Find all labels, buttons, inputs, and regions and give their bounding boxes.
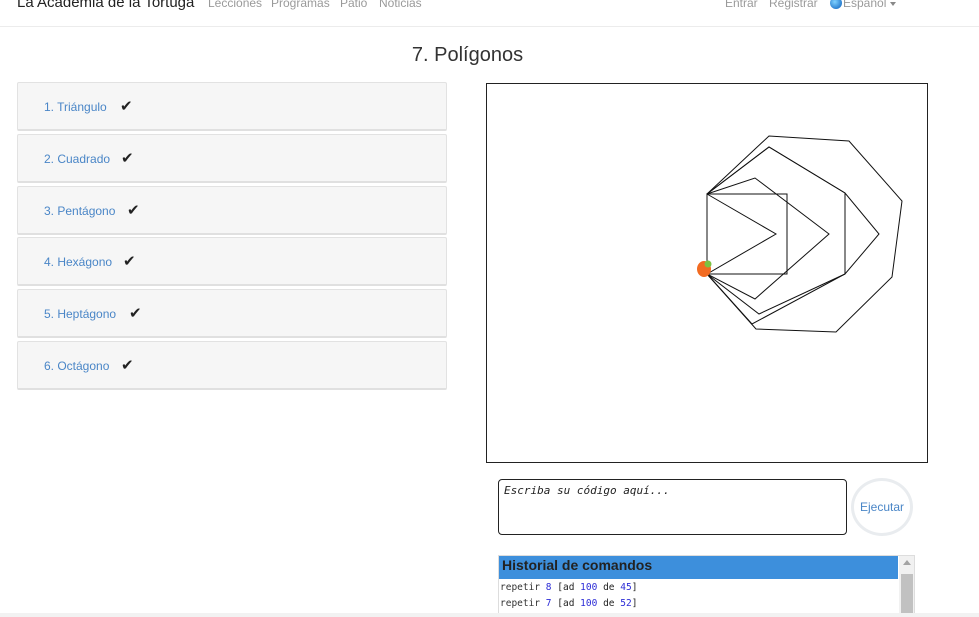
turtle-canvas[interactable] [486,83,928,463]
history-entry[interactable]: repetir 8 [ad 100 de 45] [500,582,637,593]
lesson-item-hexagono[interactable]: 4. Hexágono ✔ [17,237,447,286]
history-entry[interactable]: repetir 7 [ad 100 de 52] [500,598,637,609]
drawn-heptagon [706,146,880,325]
lesson-item-octagono[interactable]: 6. Octágono ✔ [17,341,447,390]
check-icon: ✔ [127,202,140,219]
nav-link-programas[interactable]: Programas [271,0,330,10]
lesson-item-pentagono[interactable]: 3. Pentágono ✔ [17,186,447,235]
history-scrollbar[interactable] [899,556,914,616]
register-link[interactable]: Registrar [769,0,818,10]
language-dropdown[interactable]: Español [843,0,897,10]
lesson-label[interactable]: 1. Triángulo [44,100,107,114]
login-link[interactable]: Entrar [725,0,758,10]
drawn-triangle [706,193,777,275]
history-header: Historial de comandos [499,556,898,579]
lesson-label[interactable]: 6. Octágono [44,359,109,373]
check-icon: ✔ [121,357,134,374]
lesson-item-heptagono[interactable]: 5. Heptágono ✔ [17,289,447,338]
lesson-label[interactable]: 2. Cuadrado [44,152,110,166]
brand-link[interactable]: La Academia de la Tortuga [17,0,194,11]
lesson-label[interactable]: 4. Hexágono [44,255,112,269]
nav-link-lecciones[interactable]: Lecciones [208,0,262,10]
history-title: Historial de comandos [502,557,653,573]
run-button[interactable]: Ejecutar [851,478,913,536]
lesson-label[interactable]: 3. Pentágono [44,204,115,218]
drawn-square [706,193,788,275]
check-icon: ✔ [121,150,134,167]
drawn-octagon [706,135,903,333]
nav-link-patio[interactable]: Patio [340,0,367,10]
lesson-label[interactable]: 5. Heptágono [44,307,116,321]
scroll-up-arrow-icon[interactable] [903,560,911,565]
scroll-thumb[interactable] [901,574,913,616]
lesson-item-triangulo[interactable]: 1. Triángulo ✔ [17,82,447,131]
turtle-drawing [697,135,903,333]
caret-down-icon [890,1,897,6]
page-title: 7. Polígonos [411,44,524,66]
language-label: Español [843,0,887,10]
nav-link-noticias[interactable]: Noticias [379,0,422,10]
check-icon: ✔ [129,305,142,322]
navbar: La Academia de la Tortuga Lecciones Prog… [0,0,979,27]
code-input[interactable] [498,479,847,535]
check-icon: ✔ [120,98,133,115]
command-history: Historial de comandos repetir 8 [ad 100 … [498,555,915,617]
turtle-icon [697,260,712,277]
globe-icon [830,0,842,9]
check-icon: ✔ [123,253,136,270]
page-bottom-edge [0,613,979,617]
lesson-item-cuadrado[interactable]: 2. Cuadrado ✔ [17,134,447,183]
